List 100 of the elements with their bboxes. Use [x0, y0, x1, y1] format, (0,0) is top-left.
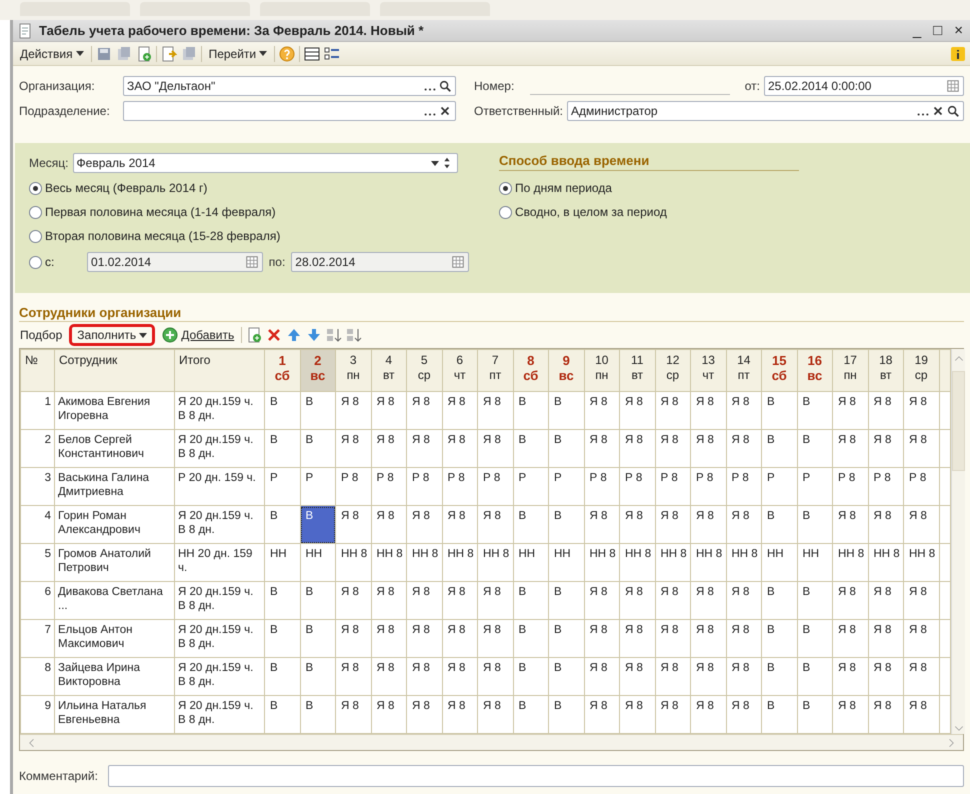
table-cell[interactable]: Я 8: [832, 392, 868, 430]
radio-button[interactable]: [29, 182, 42, 194]
organization-field[interactable]: ЗАО "Дельтаон": [123, 76, 456, 96]
goto-menu[interactable]: Перейти: [206, 44, 270, 62]
table-cell[interactable]: НН 8: [478, 544, 513, 582]
table-cell[interactable]: НН: [548, 544, 584, 582]
table-cell[interactable]: В: [762, 430, 797, 468]
table-cell[interactable]: Я 8: [904, 392, 939, 430]
table-cell[interactable]: В: [264, 506, 300, 544]
department-field[interactable]: [123, 101, 456, 121]
horizontal-scrollbar[interactable]: [20, 734, 963, 750]
checklist-icon[interactable]: [324, 46, 340, 62]
table-cell[interactable]: Я 8: [478, 620, 513, 658]
table-cell[interactable]: Р: [264, 468, 300, 506]
table-cell[interactable]: Я 8: [584, 658, 620, 696]
table-cell[interactable]: Я 8: [690, 620, 726, 658]
table-cell[interactable]: НН 8: [832, 544, 868, 582]
move-up-icon[interactable]: [286, 327, 302, 343]
table-cell[interactable]: В: [300, 582, 336, 620]
table-cell[interactable]: В: [548, 658, 584, 696]
table-cell[interactable]: В: [762, 392, 797, 430]
table-cell[interactable]: НН: [300, 544, 336, 582]
table-cell[interactable]: НН 8: [904, 544, 939, 582]
table-cell[interactable]: Р 8: [584, 468, 620, 506]
table-cell[interactable]: Я 8: [690, 582, 726, 620]
date-field[interactable]: 25.02.2014 0:00:00: [764, 76, 964, 96]
day-header[interactable]: 16 вс: [797, 350, 832, 392]
day-header[interactable]: 4 вт: [371, 350, 406, 392]
table-cell[interactable]: Я 8: [442, 582, 478, 620]
stack-icon[interactable]: [116, 46, 132, 62]
column-header[interactable]: №: [20, 350, 54, 392]
table-cell[interactable]: Я 8: [832, 506, 868, 544]
list-icon[interactable]: [304, 46, 320, 62]
table-cell[interactable]: Я 8: [690, 392, 726, 430]
cal-icon[interactable]: [244, 255, 259, 269]
table-cell[interactable]: Я 8: [442, 620, 478, 658]
table-cell[interactable]: НН: [264, 544, 300, 582]
table-cell[interactable]: Я 8: [832, 430, 868, 468]
day-header[interactable]: 17 пн: [832, 350, 868, 392]
info-icon[interactable]: [950, 46, 966, 62]
table-cell[interactable]: НН 8: [442, 544, 478, 582]
table-cell[interactable]: В: [513, 582, 548, 620]
day-header[interactable]: 5 ср: [406, 350, 442, 392]
table-cell[interactable]: Я 8: [406, 392, 442, 430]
table-cell[interactable]: Я 8: [904, 582, 939, 620]
table-cell[interactable]: Я 8: [442, 430, 478, 468]
cal-icon[interactable]: [946, 79, 960, 93]
sort-descending-icon[interactable]: [346, 327, 362, 343]
table-cell[interactable]: НН 8: [690, 544, 726, 582]
table-cell[interactable]: В: [300, 658, 336, 696]
table-cell[interactable]: Я 8: [655, 506, 690, 544]
table-cell[interactable]: Я 8: [584, 392, 620, 430]
table-cell[interactable]: Я 8: [832, 620, 868, 658]
table-cell[interactable]: Я 8: [655, 620, 690, 658]
table-cell[interactable]: Я 8: [584, 430, 620, 468]
table-cell[interactable]: В: [762, 506, 797, 544]
table-cell[interactable]: Я 8: [904, 430, 939, 468]
day-header[interactable]: 13 чт: [690, 350, 726, 392]
vertical-scrollbar[interactable]: [951, 349, 965, 734]
table-cell[interactable]: Р 8: [406, 468, 442, 506]
table-cell[interactable]: Я 8: [406, 430, 442, 468]
fill-menu[interactable]: Заполнить: [69, 324, 156, 346]
table-cell[interactable]: НН 8: [584, 544, 620, 582]
table-cell[interactable]: НН 8: [868, 544, 904, 582]
end-date-field[interactable]: 28.02.2014: [291, 252, 469, 272]
table-cell[interactable]: В: [300, 620, 336, 658]
table-cell[interactable]: В: [797, 506, 832, 544]
day-header[interactable]: 1 сб: [264, 350, 300, 392]
table-cell[interactable]: Я 8: [478, 392, 513, 430]
day-header[interactable]: 2 вс: [300, 350, 336, 392]
document-add-icon[interactable]: [246, 327, 262, 343]
pick-button[interactable]: Подбор: [17, 326, 66, 344]
radio-button[interactable]: [29, 256, 42, 268]
table-cell[interactable]: В: [797, 658, 832, 696]
table-cell[interactable]: Я 8: [336, 620, 371, 658]
table-cell[interactable]: Я 8: [655, 430, 690, 468]
day-header[interactable]: 3 пн: [336, 350, 371, 392]
column-header[interactable]: Сотрудник: [54, 350, 174, 392]
table-cell[interactable]: Я 8: [371, 506, 406, 544]
radio-button[interactable]: [29, 230, 42, 242]
table-cell[interactable]: Я 8: [868, 430, 904, 468]
table-cell[interactable]: Я 8: [868, 620, 904, 658]
day-header[interactable]: 8 сб: [513, 350, 548, 392]
table-cell[interactable]: Р: [797, 468, 832, 506]
table-cell[interactable]: Я 8: [371, 620, 406, 658]
table-cell[interactable]: Я 8: [726, 620, 762, 658]
comment-field[interactable]: [108, 765, 964, 787]
table-cell[interactable]: Я 8: [868, 582, 904, 620]
table-cell[interactable]: Р: [513, 468, 548, 506]
table-cell[interactable]: Р 8: [620, 468, 655, 506]
delete-icon[interactable]: [266, 327, 282, 343]
table-cell[interactable]: В: [513, 506, 548, 544]
table-cell[interactable]: Р 8: [868, 468, 904, 506]
month-field[interactable]: Февраль 2014: [72, 153, 458, 173]
table-cell[interactable]: НН: [797, 544, 832, 582]
day-header[interactable]: 19 ср: [904, 350, 939, 392]
table-cell[interactable]: Р 8: [690, 468, 726, 506]
sort-ascending-icon[interactable]: [326, 327, 342, 343]
table-cell[interactable]: Я 8: [584, 620, 620, 658]
table-cell[interactable]: Р: [548, 468, 584, 506]
